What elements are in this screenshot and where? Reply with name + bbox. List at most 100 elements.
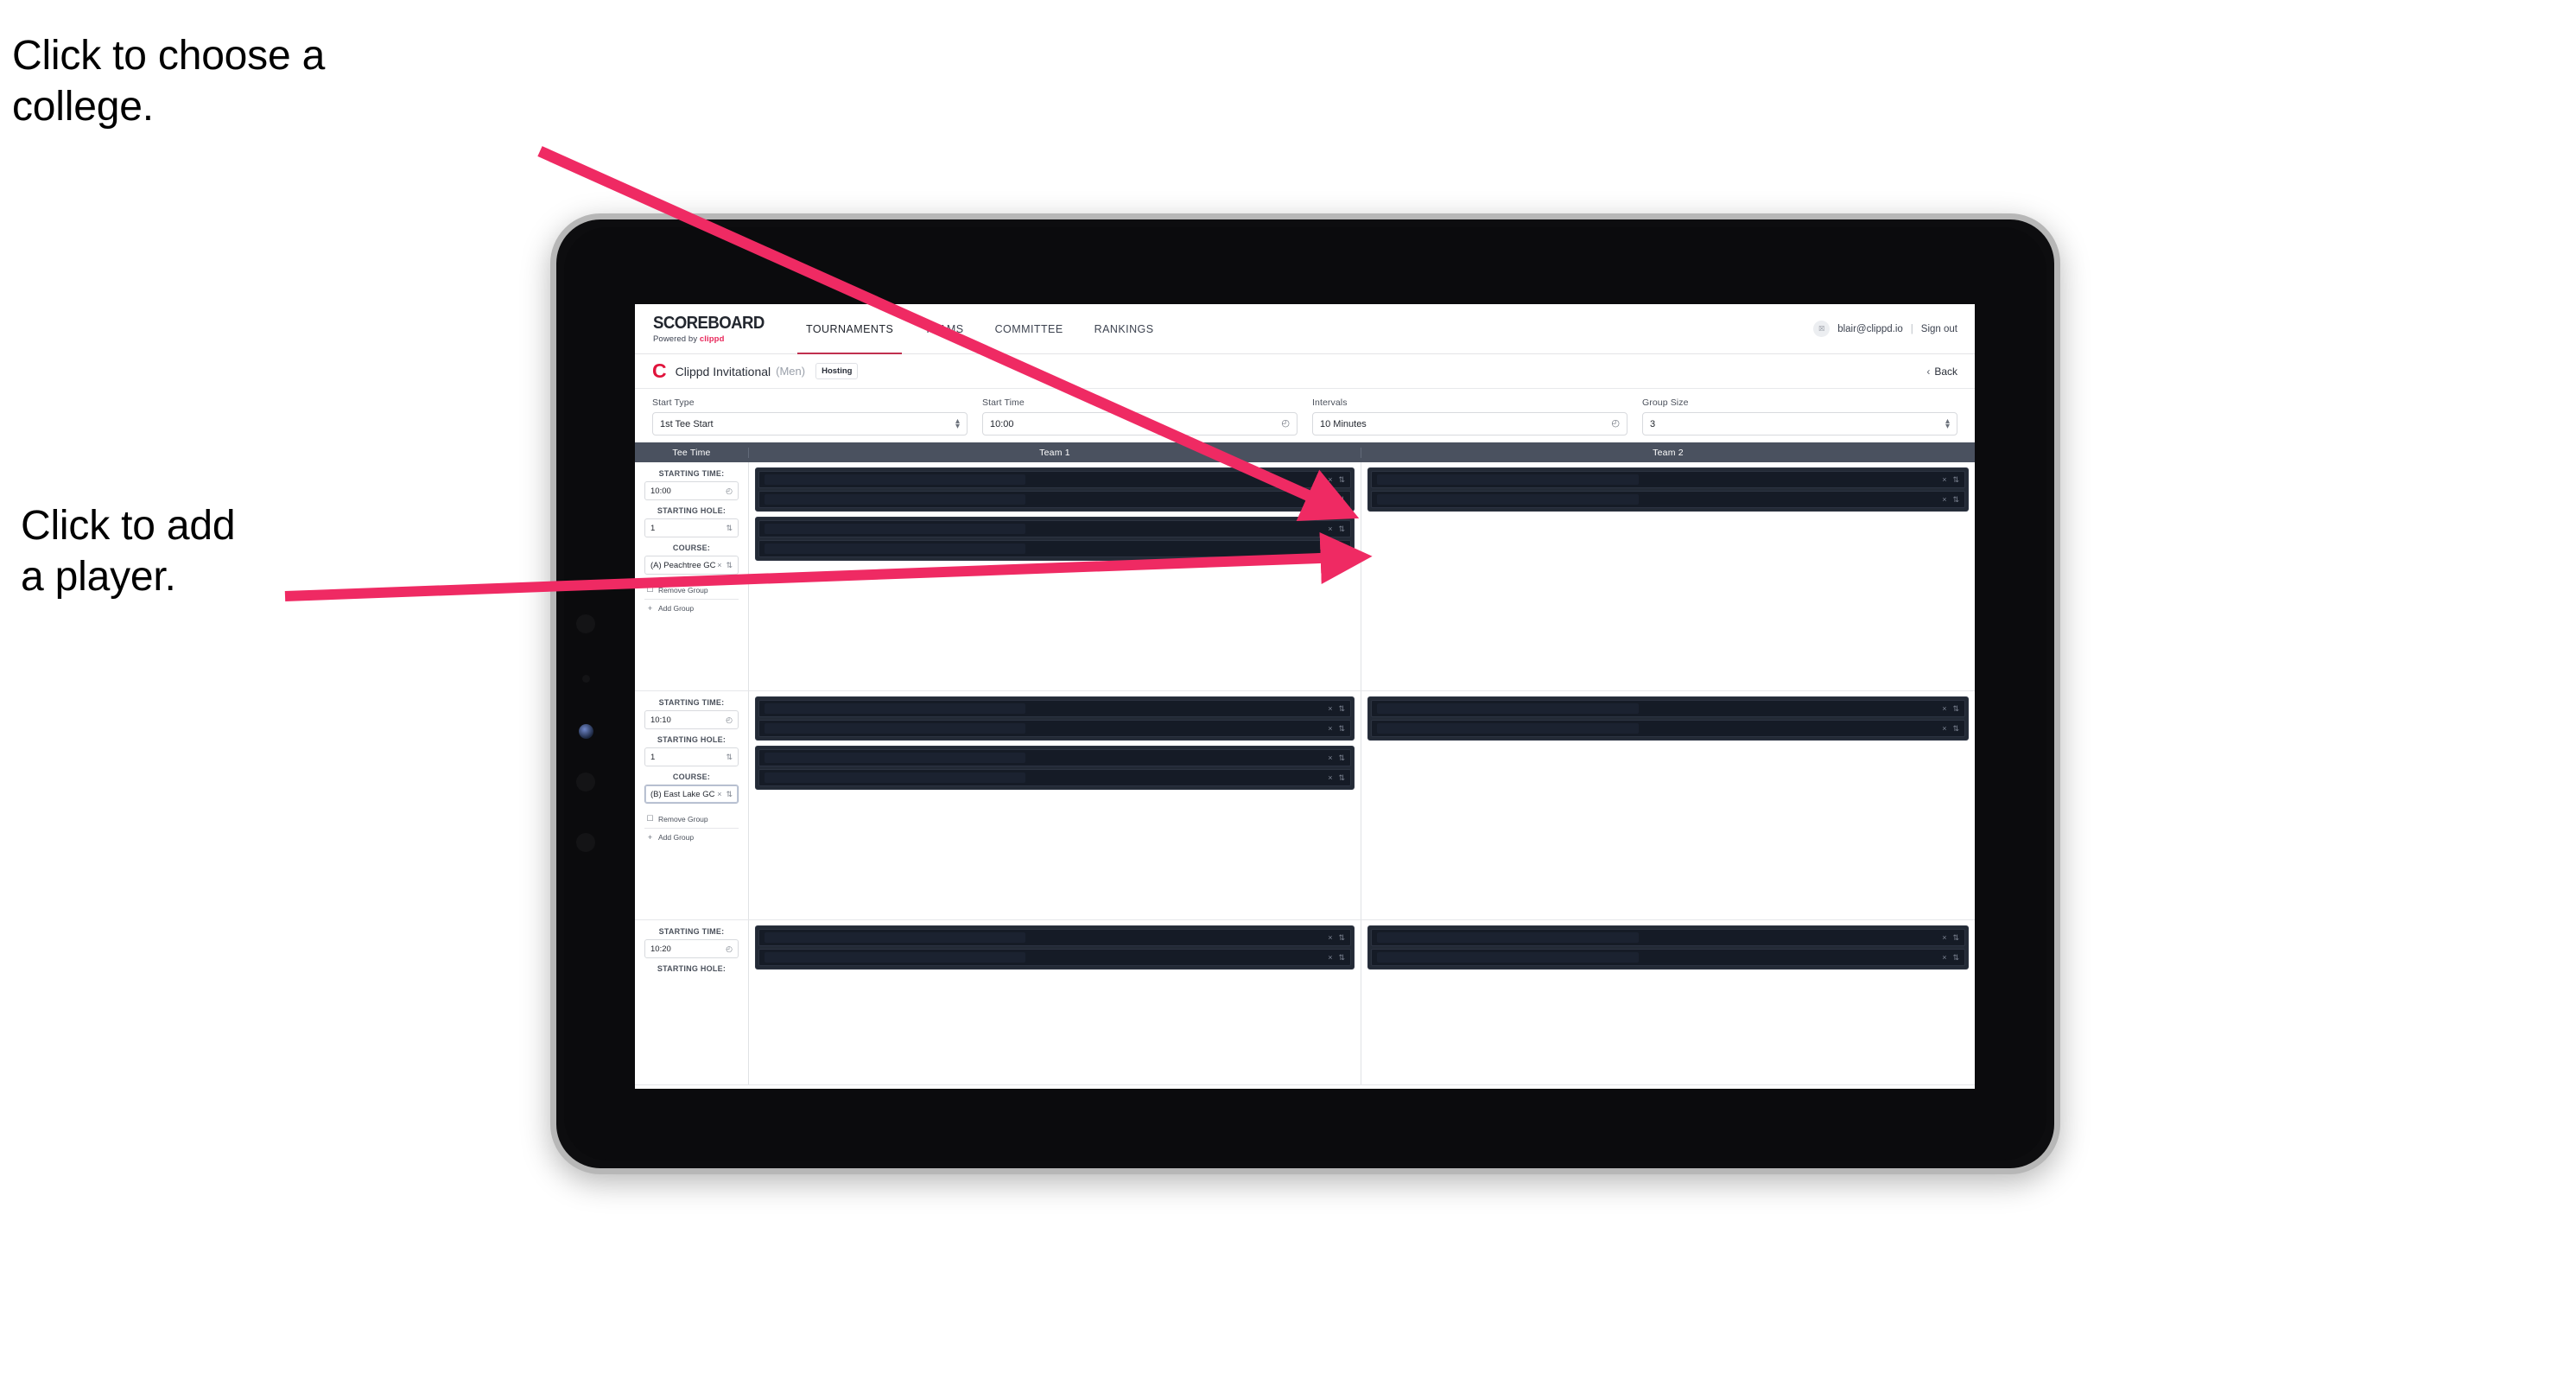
player-name-redacted (765, 753, 1026, 763)
player-row[interactable]: × ⇅ (758, 949, 1351, 966)
start-time-value: 10:00 (990, 418, 1014, 429)
team-group-block[interactable]: × ⇅ × ⇅ (1367, 467, 1969, 512)
player-row[interactable]: × ⇅ (758, 929, 1351, 946)
clear-player-icon: × (1942, 475, 1947, 484)
label-start-time: Start Time (982, 397, 1025, 408)
back-button[interactable]: ‹ Back (1926, 366, 1957, 378)
player-row[interactable]: × ⇅ (758, 749, 1351, 766)
remove-group-button[interactable]: ☐ Remove Group (644, 581, 739, 600)
add-group-label: Add Group (658, 604, 695, 613)
clear-player-icon: × (1328, 724, 1333, 733)
chevron-updown-icon: ⇅ (1338, 753, 1345, 762)
sensor-dot-icon (576, 833, 595, 852)
team-group-block[interactable]: × ⇅ × ⇅ (755, 517, 1355, 561)
label-starting-time: STARTING TIME: (658, 698, 725, 707)
intervals-input[interactable]: 10 Minutes ◴ (1312, 412, 1627, 436)
clear-player-icon: × (1328, 773, 1333, 782)
sensor-dot-icon (576, 772, 595, 792)
course-select[interactable]: (A) Peachtree GC × ⇅ (644, 556, 739, 575)
label-course: COURSE: (672, 544, 711, 552)
clock-icon: ◴ (726, 486, 733, 495)
chevron-updown-icon: ⇅ (726, 560, 733, 569)
group-size-stepper[interactable]: 3 ▴ ▾ (1642, 412, 1957, 436)
player-name-redacted (765, 952, 1026, 963)
annotation-choose-college: Click to choose a college. (12, 33, 326, 130)
starting-hole-stepper[interactable]: 1 ⇅ (644, 518, 739, 537)
tab-tournaments[interactable]: TOURNAMENTS (790, 304, 909, 354)
player-name-redacted (765, 772, 1026, 783)
chevron-updown-icon: ⇅ (1952, 723, 1959, 733)
player-row[interactable]: × ⇅ (1371, 929, 1965, 946)
chevron-updown-icon: ⇅ (1952, 952, 1959, 962)
clock-icon: ◴ (726, 715, 733, 724)
chevron-updown-icon: ⇅ (1952, 932, 1959, 942)
chevron-updown-icon: ⇅ (726, 752, 733, 761)
team-group-block[interactable]: × ⇅ × ⇅ (755, 467, 1355, 512)
starting-hole-stepper[interactable]: 1 ⇅ (644, 747, 739, 766)
account-area: ☒ blair@clippd.io | Sign out (1813, 304, 1975, 353)
tee-time-cell: STARTING TIME: 10:20 ◴ STARTING HOLE: (635, 920, 749, 1084)
player-name-redacted (765, 932, 1026, 943)
starting-time-input[interactable]: 10:10 ◴ (644, 710, 739, 729)
field-intervals: Intervals 10 Minutes ◴ (1312, 397, 1642, 436)
player-name-redacted (765, 723, 1026, 734)
scoreboard-logo[interactable]: SCOREBOARD Powered by clippd (635, 304, 790, 353)
player-row[interactable]: × ⇅ (758, 540, 1351, 557)
column-header-team-1: Team 1 (749, 447, 1361, 458)
player-row[interactable]: × ⇅ (758, 720, 1351, 737)
clock-icon[interactable]: ◴ (1281, 419, 1290, 429)
team-group-block[interactable]: × ⇅ × ⇅ (1367, 696, 1969, 741)
player-row[interactable]: × ⇅ (758, 491, 1351, 508)
team-1-cell: × ⇅ × ⇅ × ⇅ × ⇅ (749, 462, 1361, 690)
player-row[interactable]: × ⇅ (1371, 471, 1965, 488)
player-row[interactable]: × ⇅ (758, 520, 1351, 537)
indicator-led-icon (579, 724, 593, 739)
label-course: COURSE: (672, 772, 711, 781)
start-type-value: 1st Tee Start (660, 418, 714, 429)
team-group-block[interactable]: × ⇅ × ⇅ (755, 696, 1355, 741)
tab-committee[interactable]: COMMITTEE (980, 304, 1079, 353)
starting-time-value: 10:10 (650, 715, 671, 725)
add-group-button[interactable]: + Add Group (644, 600, 739, 617)
sign-out-link[interactable]: Sign out (1921, 324, 1957, 334)
tee-sheet-table-body[interactable]: STARTING TIME: 10:00 ◴ STARTING HOLE: 1 ⇅ COUR… (635, 462, 1975, 1084)
remove-group-button[interactable]: ☐ Remove Group (644, 810, 739, 829)
player-row[interactable]: × ⇅ (1371, 949, 1965, 966)
player-row[interactable]: × ⇅ (1371, 491, 1965, 508)
start-time-input[interactable]: 10:00 ◴ (982, 412, 1298, 436)
field-start-type: Start Type 1st Tee Start ▴ ▾ (652, 397, 982, 436)
team-group-block[interactable]: × ⇅ × ⇅ (755, 925, 1355, 970)
player-row[interactable]: × ⇅ (1371, 700, 1965, 717)
avatar[interactable]: ☒ (1813, 321, 1830, 337)
starting-time-input[interactable]: 10:00 ◴ (644, 481, 739, 500)
column-header-team-2: Team 2 (1653, 447, 1684, 458)
starting-time-input[interactable]: 10:20 ◴ (644, 939, 739, 958)
back-label: Back (1934, 365, 1957, 378)
tab-teams[interactable]: TEAMS (909, 304, 979, 353)
chevron-updown-icon: ⇅ (1338, 723, 1345, 733)
clear-player-icon: × (1942, 704, 1947, 713)
player-row[interactable]: × ⇅ (758, 700, 1351, 717)
starting-hole-value: 1 (650, 752, 656, 762)
player-row[interactable]: × ⇅ (758, 769, 1351, 786)
separator: | (1910, 323, 1913, 334)
course-select[interactable]: (B) East Lake GC × ⇅ (644, 785, 739, 804)
user-email: blair@clippd.io (1837, 323, 1903, 334)
clear-player-icon: × (1328, 704, 1333, 713)
field-group-size: Group Size 3 ▴ ▾ (1642, 397, 1957, 436)
tee-sheet-table-header: Tee Time Team 1 Team 2 (635, 442, 1975, 462)
chevron-left-icon: ‹ (1926, 365, 1931, 378)
intervals-value: 10 Minutes (1320, 418, 1367, 429)
start-type-select[interactable]: 1st Tee Start ▴ ▾ (652, 412, 968, 436)
team-1-cell: × ⇅ × ⇅ (749, 920, 1361, 1084)
player-row[interactable]: × ⇅ (758, 471, 1351, 488)
team-group-block[interactable]: × ⇅ × ⇅ (755, 746, 1355, 790)
player-row[interactable]: × ⇅ (1371, 720, 1965, 737)
clock-icon[interactable]: ◴ (1611, 419, 1620, 429)
clear-player-icon: × (1942, 724, 1947, 733)
team-group-block[interactable]: × ⇅ × ⇅ (1367, 925, 1969, 970)
screenshot-root: Click to choose a college. Click to add … (0, 0, 2576, 1386)
tab-rankings[interactable]: RANKINGS (1079, 304, 1170, 353)
add-group-button[interactable]: + Add Group (644, 829, 739, 846)
page-title: Clippd Invitational (675, 364, 771, 378)
